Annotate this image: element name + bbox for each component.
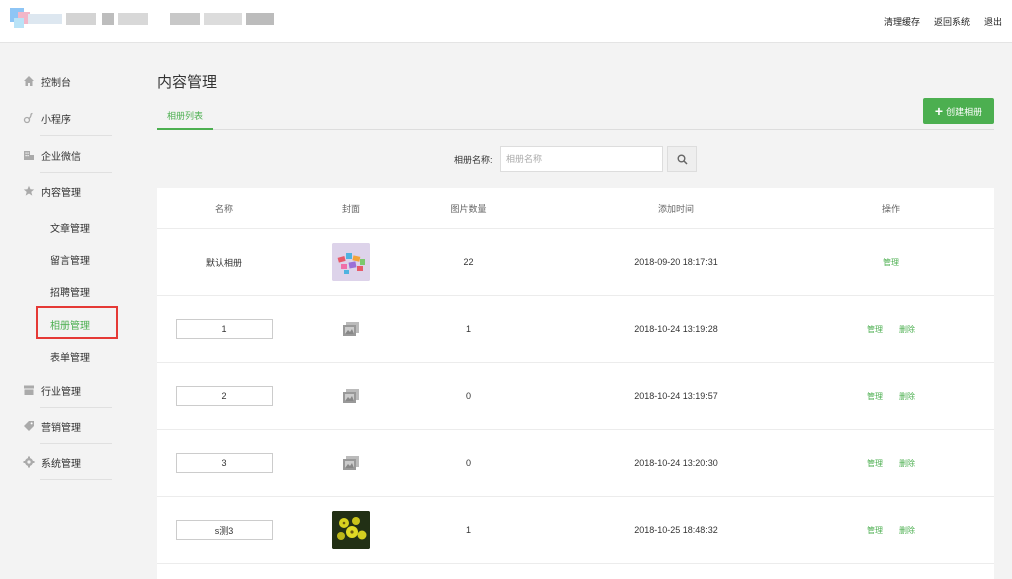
logo[interactable]	[10, 8, 275, 30]
manage-link[interactable]: 管理	[867, 391, 883, 402]
home-icon	[22, 75, 35, 88]
manage-link[interactable]: 管理	[883, 257, 899, 268]
added-time: 2018-10-24 13:20:30	[634, 458, 718, 468]
manage-link[interactable]: 管理	[867, 458, 883, 469]
sidebar-item-label: 小程序	[41, 114, 71, 126]
table-row: 0 2018-10-24 13:19:57 管理 删除	[157, 363, 994, 430]
clear-cache-link[interactable]: 清理缓存	[884, 15, 920, 28]
tag-icon	[22, 420, 35, 433]
sidebar-item-label: 企业微信	[41, 151, 81, 163]
album-cover-image[interactable]	[332, 511, 370, 549]
table-row: 1 2018-10-25 18:48:32 管理 删除	[157, 497, 994, 564]
sidebar-item-miniprogram[interactable]: 小程序	[22, 103, 112, 133]
manage-link[interactable]: 管理	[867, 324, 883, 335]
table-row: 0 2018-10-24 13:20:30 管理 删除	[157, 430, 994, 497]
link-icon	[22, 112, 35, 125]
divider	[40, 172, 112, 173]
photo-count: 1	[465, 324, 471, 334]
photo-count: 0	[465, 391, 471, 401]
album-name-input[interactable]	[175, 520, 273, 540]
create-album-button[interactable]: + 创建相册	[923, 98, 994, 124]
gear-icon	[22, 456, 35, 469]
album-name-input[interactable]	[175, 319, 273, 339]
sidebar-item-label: 控制台	[41, 77, 71, 89]
sidebar-item-label: 内容管理	[41, 187, 81, 199]
store-icon	[22, 384, 35, 397]
column-header-name: 名称	[214, 203, 233, 214]
sidebar-item-dashboard[interactable]: 控制台	[22, 66, 112, 96]
divider	[40, 479, 112, 480]
column-header-time: 添加时间	[657, 203, 694, 214]
column-header-count: 图片数量	[450, 203, 487, 214]
column-header-ops: 操作	[881, 203, 900, 214]
tab-bar: 相册列表	[157, 108, 994, 130]
table-row: 默认相册 22 2018-09-20 18:17:31 管理	[157, 229, 994, 296]
sidebar-item-label: 营销管理	[41, 422, 81, 434]
added-time: 2018-10-25 18:48:32	[634, 525, 718, 535]
divider	[40, 135, 112, 136]
return-system-link[interactable]: 返回系统	[934, 15, 970, 28]
photo-count: 22	[463, 257, 474, 267]
search-input[interactable]	[500, 146, 663, 172]
table-row: 1 2018-10-24 13:19:28 管理 删除	[157, 296, 994, 363]
added-time: 2018-10-24 13:19:57	[634, 391, 718, 401]
search-icon	[677, 154, 688, 165]
delete-link[interactable]: 删除	[899, 391, 915, 402]
column-header-cover: 封面	[341, 203, 360, 214]
default-cover-icon[interactable]	[343, 456, 359, 470]
delete-link[interactable]: 删除	[899, 324, 915, 335]
highlight-box	[36, 306, 118, 339]
top-bar: 清理缓存 返回系统 退出	[0, 0, 1012, 43]
sidebar-item-marketing[interactable]: 营销管理	[22, 411, 112, 441]
search-label: 相册名称:	[454, 155, 493, 165]
sidebar-item-enterprise-wechat[interactable]: 企业微信	[22, 140, 112, 170]
sidebar-item-label: 行业管理	[41, 386, 81, 398]
divider	[40, 443, 112, 444]
album-name-input[interactable]	[175, 386, 273, 406]
added-time: 2018-09-20 18:17:31	[634, 257, 718, 267]
default-cover-icon[interactable]	[343, 322, 359, 336]
logout-link[interactable]: 退出	[984, 15, 1002, 28]
sidebar-item-industry[interactable]: 行业管理	[22, 375, 112, 405]
added-time: 2018-10-24 13:19:28	[634, 324, 718, 334]
page-title: 内容管理	[157, 74, 218, 91]
create-album-label: 创建相册	[946, 106, 983, 117]
photo-count: 1	[465, 525, 471, 535]
sidebar-subitem-articles[interactable]: 文章管理	[50, 220, 90, 235]
manage-link[interactable]: 管理	[867, 525, 883, 536]
sidebar-item-system[interactable]: 系统管理	[22, 447, 112, 477]
delete-link[interactable]: 删除	[899, 525, 915, 536]
tab-album-list[interactable]: 相册列表	[157, 108, 213, 130]
album-table: 名称 封面 图片数量 添加时间 操作 默认相册 22 2018-09-20 18…	[157, 188, 994, 579]
delete-link[interactable]: 删除	[899, 458, 915, 469]
sidebar-subitem-messages[interactable]: 留言管理	[50, 252, 90, 267]
sidebar-item-label: 系统管理	[41, 458, 81, 470]
star-icon	[22, 185, 35, 198]
default-cover-icon[interactable]	[343, 389, 359, 403]
sidebar-subitem-forms[interactable]: 表单管理	[50, 349, 90, 364]
album-name-input[interactable]	[175, 453, 273, 473]
divider	[40, 407, 112, 408]
table-header: 名称 封面 图片数量 添加时间 操作	[157, 188, 994, 229]
building-icon	[22, 149, 35, 162]
album-name: 默认相册	[205, 257, 242, 268]
sidebar-subitem-recruitment[interactable]: 招聘管理	[50, 284, 90, 299]
sidebar-item-content[interactable]: 内容管理	[22, 176, 112, 206]
album-cover-image[interactable]	[332, 243, 370, 281]
search-button[interactable]	[667, 146, 697, 172]
plus-icon: +	[934, 103, 944, 119]
photo-count: 0	[465, 458, 471, 468]
